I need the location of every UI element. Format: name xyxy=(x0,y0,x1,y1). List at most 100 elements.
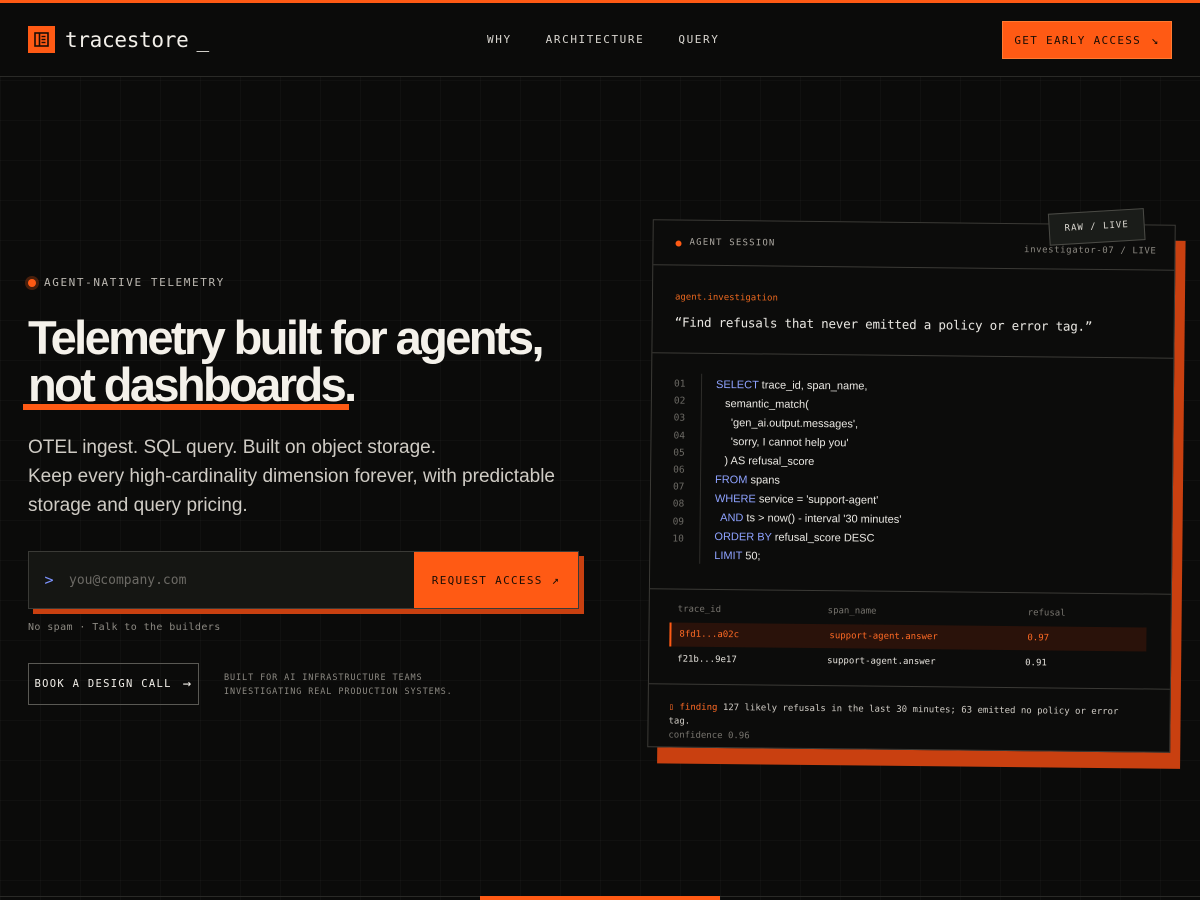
sql-text: trace_id, span_name, xyxy=(758,379,868,393)
line-number: 05 xyxy=(673,447,685,459)
cell-trace-id: f21b...9e17 xyxy=(677,654,737,666)
book-design-call-button[interactable]: BOOK A DESIGN CALL → xyxy=(28,663,199,705)
finding-label: finding xyxy=(679,702,718,713)
line-number: 03 xyxy=(673,412,686,425)
code-line: SELECT trace_id, span_name, xyxy=(716,376,903,397)
cell-refusal: 0.91 xyxy=(1025,658,1047,669)
cta-label: GET EARLY ACCESS xyxy=(1014,33,1142,47)
code-line: FROM spans xyxy=(715,471,902,492)
line-numbers: 01 02 03 04 05 06 07 08 09 10 xyxy=(672,376,685,548)
sql-keyword: LIMIT xyxy=(714,549,743,563)
finding-marker-icon: ▯ xyxy=(668,702,680,713)
line-number: 08 xyxy=(672,498,685,511)
line-number: 02 xyxy=(673,395,686,407)
hero-headline: Telemetry built for agents, not dashboar… xyxy=(23,311,608,411)
sql-keyword: AND xyxy=(714,511,744,525)
arrow-right-icon: → xyxy=(182,676,193,692)
finding-block: ▯ finding 127 likely refusals in the las… xyxy=(648,684,1170,751)
get-early-access-button[interactable]: GET EARLY ACCESS ↘ xyxy=(1002,21,1177,64)
headline-line-2-wrap: not dashboards. xyxy=(23,358,357,411)
gutter-divider xyxy=(699,373,703,564)
cell-span-name: support-agent.answer xyxy=(829,631,938,643)
sql-keyword: WHERE xyxy=(714,492,756,506)
headline-line-2: not dashboards. xyxy=(28,358,357,411)
headline-line-1: Telemetry built for agents, xyxy=(28,311,545,364)
cell-trace-id: 8fd1...a02c xyxy=(679,629,740,641)
line-number: 04 xyxy=(673,430,686,442)
session-label: AGENT SESSION xyxy=(689,237,776,249)
sql-text: ts > now() - interval '30 minutes' xyxy=(743,512,902,526)
investigation-block: agent.investigation “Find refusals that … xyxy=(652,265,1175,359)
ledger-icon xyxy=(28,26,55,53)
card-body: AGENT SESSION investigator-07 / LIVE RAW… xyxy=(647,208,1176,753)
sql-text: refusal_score DESC xyxy=(771,531,875,545)
subtitle-line-1: OTEL ingest. SQL query. Built on object … xyxy=(28,437,437,458)
code-line: LIMIT 50; xyxy=(714,547,901,568)
code-lines: SELECT trace_id, span_name, semantic_mat… xyxy=(714,376,903,568)
hero-eyebrow: AGENT-NATIVE TELEMETRY xyxy=(28,276,225,289)
sql-text: spans xyxy=(747,474,780,487)
code-line: 'sorry, I cannot help you' xyxy=(715,433,902,454)
sql-text: semantic_match( xyxy=(715,397,809,411)
request-access-form: > REQUEST ACCESS ↗ xyxy=(28,551,584,614)
session-id: investigator-07 / LIVE xyxy=(1024,245,1157,257)
nav-architecture[interactable]: ARCHITECTURE xyxy=(546,33,645,46)
sql-text: 'gen_ai.output.messages', xyxy=(715,416,859,431)
built-for-line-2: INVESTIGATING REAL PRODUCTION SYSTEMS. xyxy=(224,687,453,697)
prompt-icon: > xyxy=(44,571,54,589)
line-number: 01 xyxy=(673,378,686,390)
column-header: trace_id xyxy=(677,604,722,616)
cell-refusal: 0.97 xyxy=(1027,633,1050,644)
code-line: ORDER BY refusal_score DESC xyxy=(714,528,901,549)
main-nav: WHY ARCHITECTURE QUERY xyxy=(487,33,753,46)
arrow-down-right-icon: ↘ xyxy=(1151,33,1160,47)
code-line: ) AS refusal_score xyxy=(715,452,902,473)
line-number: 10 xyxy=(672,533,684,545)
sql-text: service = 'support-agent' xyxy=(755,493,879,507)
bottom-accent xyxy=(480,896,720,900)
results-header: trace_id span_name refusal xyxy=(678,605,1148,619)
form-inner: > REQUEST ACCESS ↗ xyxy=(28,551,579,609)
investigation-label: agent.investigation xyxy=(674,292,778,304)
session-dot-icon xyxy=(675,240,682,247)
nav-why[interactable]: WHY xyxy=(487,33,512,46)
line-number: 07 xyxy=(672,481,685,493)
email-input[interactable] xyxy=(69,552,414,608)
built-for-line-1: BUILT FOR AI INFRASTRUCTURE TEAMS xyxy=(224,673,423,683)
code-line: semantic_match( xyxy=(716,395,903,416)
column-header: refusal xyxy=(1027,608,1066,619)
column-header: span_name xyxy=(827,606,877,617)
finding-body: 127 likely refusals in the last 30 minut… xyxy=(668,703,1119,727)
hero-subtitle: OTEL ingest. SQL query. Built on object … xyxy=(28,433,598,520)
code-line: 'gen_ai.output.messages', xyxy=(716,414,903,435)
sql-text: ) AS refusal_score xyxy=(715,454,815,468)
nav-query[interactable]: QUERY xyxy=(678,33,719,46)
sql-code-block: 01 02 03 04 05 06 07 08 09 10 SELECT tra… xyxy=(649,353,1174,595)
built-for-note: BUILT FOR AI INFRASTRUCTURE TEAMS INVEST… xyxy=(224,671,453,699)
brand-logo[interactable]: tracestore _ xyxy=(28,26,209,53)
table-row-highlighted[interactable]: 8fd1...a02c support-agent.answer 0.97 xyxy=(669,622,1147,652)
arrow-up-right-icon: ↗ xyxy=(551,573,561,587)
design-call-label: BOOK A DESIGN CALL xyxy=(34,678,172,690)
raw-live-tag: RAW / LIVE xyxy=(1047,208,1146,246)
subtitle-line-2: Keep every high-cardinality dimension fo… xyxy=(28,466,555,516)
request-access-label: REQUEST ACCESS xyxy=(431,573,543,587)
agent-session-card: AGENT SESSION investigator-07 / LIVE RAW… xyxy=(647,208,1186,769)
card-header: AGENT SESSION investigator-07 / LIVE RAW… xyxy=(653,208,1175,271)
results-table: trace_id span_name refusal 8fd1...a02c s… xyxy=(648,589,1171,690)
table-row[interactable]: f21b...9e17 support-agent.answer 0.91 xyxy=(669,647,1146,676)
investigation-quote: “Find refusals that never emitted a poli… xyxy=(674,314,1093,334)
site-header: tracestore _ WHY ARCHITECTURE QUERY GET … xyxy=(0,3,1200,77)
brand-name: tracestore xyxy=(65,27,189,52)
sql-text: 50; xyxy=(742,550,761,563)
finding-text: ▯ finding 127 likely refusals in the las… xyxy=(668,700,1138,747)
sql-keyword: FROM xyxy=(714,473,748,487)
cell-span-name: support-agent.answer xyxy=(827,656,936,668)
sql-keyword: ORDER BY xyxy=(714,530,772,544)
line-number: 06 xyxy=(673,464,685,476)
line-number: 09 xyxy=(672,516,685,528)
sql-keyword: SELECT xyxy=(715,378,759,392)
request-access-button[interactable]: REQUEST ACCESS ↗ xyxy=(414,552,578,608)
code-line: AND ts > now() - interval '30 minutes' xyxy=(715,509,902,530)
live-dot-icon xyxy=(28,278,36,287)
